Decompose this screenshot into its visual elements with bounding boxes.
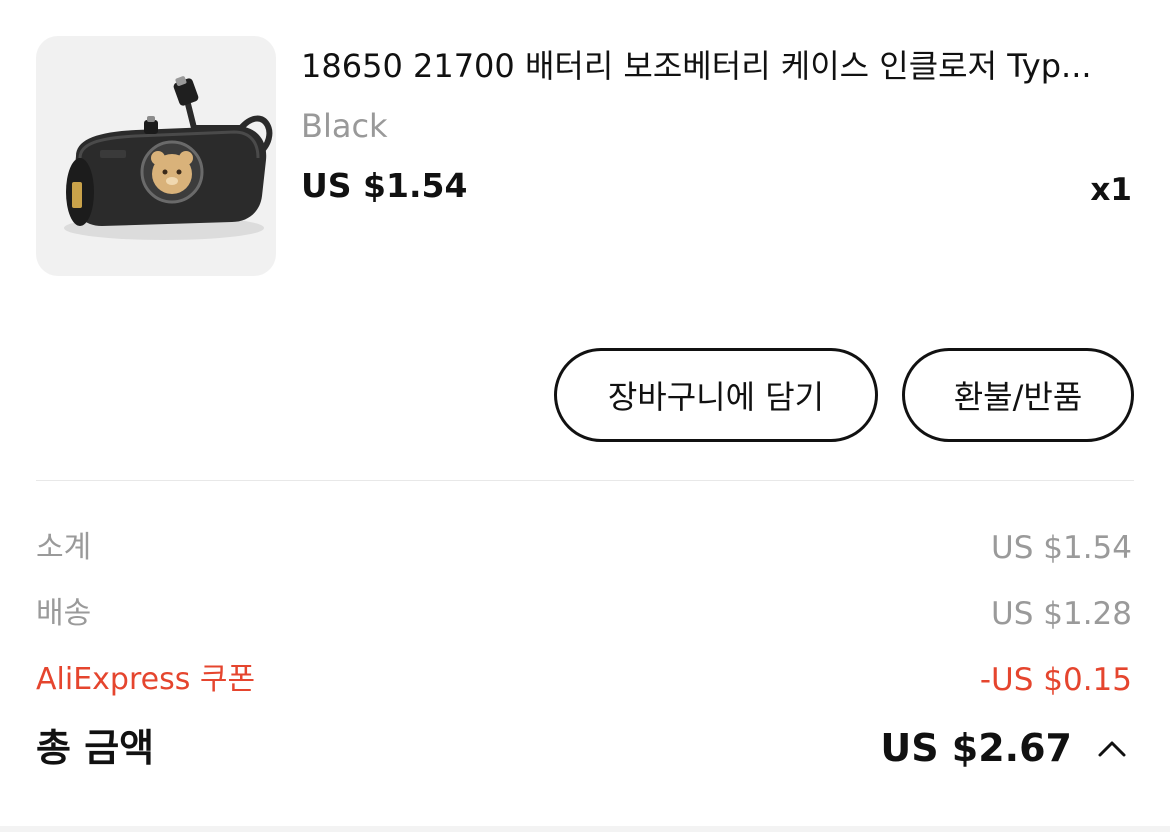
product-quantity: x1 bbox=[1090, 172, 1132, 208]
order-item-card[interactable]: 18650 21700 배터리 보조베터리 케이스 인클로저 Typ... Bl… bbox=[36, 36, 1134, 276]
total-label: 총 금액 bbox=[36, 726, 155, 770]
subtotal-value: US $1.54 bbox=[991, 530, 1132, 566]
product-thumbnail[interactable] bbox=[36, 36, 276, 276]
coupon-value: -US $0.15 bbox=[979, 662, 1132, 698]
divider bbox=[36, 480, 1134, 481]
add-to-cart-button[interactable]: 장바구니에 담기 bbox=[554, 348, 878, 442]
total-row[interactable]: 총 금액 US $2.67 bbox=[36, 720, 1134, 776]
bottom-separator bbox=[0, 826, 1170, 832]
total-value: US $2.67 bbox=[880, 726, 1072, 770]
subtotal-row: 소계 US $1.54 bbox=[36, 526, 1134, 570]
product-title[interactable]: 18650 21700 배터리 보조베터리 케이스 인클로저 Typ... bbox=[301, 46, 1131, 86]
product-price: US $1.54 bbox=[301, 166, 468, 205]
shipping-row: 배송 US $1.28 bbox=[36, 592, 1134, 636]
product-variant: Black bbox=[301, 107, 388, 145]
coupon-label: AliExpress 쿠폰 bbox=[36, 662, 256, 697]
chevron-up-icon[interactable] bbox=[1094, 734, 1130, 762]
subtotal-label: 소계 bbox=[36, 530, 92, 565]
refund-return-button[interactable]: 환불/반품 bbox=[902, 348, 1134, 442]
power-bank-product-image bbox=[64, 76, 273, 240]
coupon-row: AliExpress 쿠폰 -US $0.15 bbox=[36, 658, 1134, 702]
shipping-label: 배송 bbox=[36, 596, 92, 631]
product-info: 18650 21700 배터리 보조베터리 케이스 인클로저 Typ... Bl… bbox=[301, 36, 1134, 276]
shipping-value: US $1.28 bbox=[991, 596, 1132, 632]
